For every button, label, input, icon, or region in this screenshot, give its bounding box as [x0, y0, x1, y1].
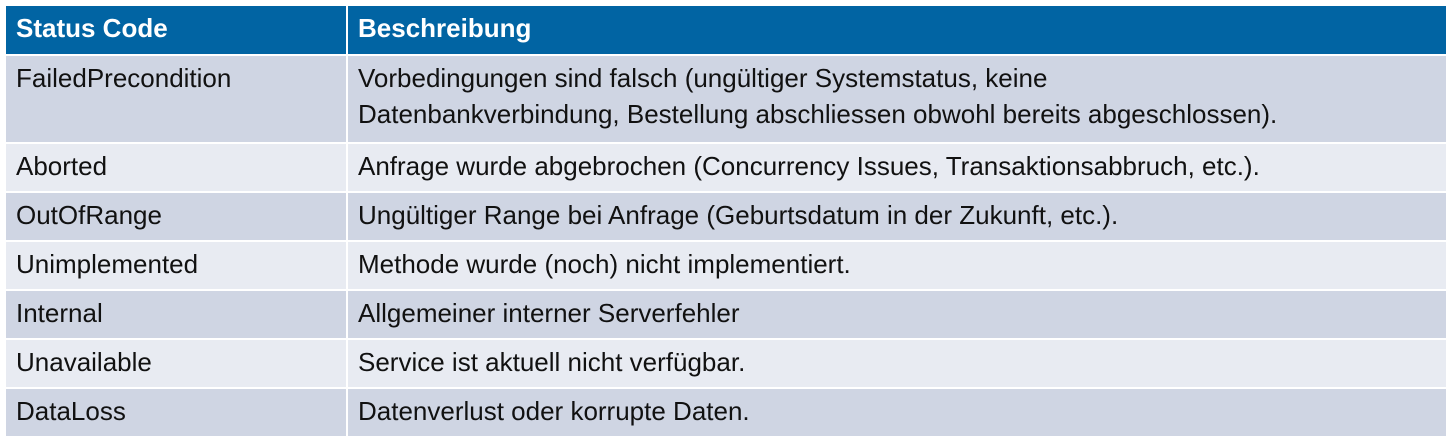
- table-row: Aborted Anfrage wurde abgebrochen (Concu…: [4, 142, 1448, 193]
- description-line: Datenbankverbindung, Bestellung abschlie…: [358, 99, 1278, 129]
- description-cell: Methode wurde (noch) nicht implementiert…: [346, 240, 1448, 291]
- status-code-table: Status Code Beschreibung FailedPrecondit…: [4, 4, 1448, 438]
- description-cell: Service ist aktuell nicht verfügbar.: [346, 338, 1448, 389]
- description-cell: Vorbedingungen sind falsch (ungültiger S…: [346, 54, 1448, 144]
- status-code-cell: OutOfRange: [4, 191, 348, 242]
- table-row: OutOfRange Ungültiger Range bei Anfrage …: [4, 191, 1448, 242]
- description-line: Vorbedingungen sind falsch (ungültiger S…: [358, 63, 1048, 93]
- status-code-cell: Unimplemented: [4, 240, 348, 291]
- table-header-row: Status Code Beschreibung: [4, 4, 1448, 56]
- status-code-cell: FailedPrecondition: [4, 54, 348, 144]
- column-header-description: Beschreibung: [346, 4, 1448, 56]
- table-row: DataLoss Datenverlust oder korrupte Date…: [4, 387, 1448, 438]
- description-cell: Allgemeiner interner Serverfehler: [346, 289, 1448, 340]
- status-code-cell: Internal: [4, 289, 348, 340]
- status-code-cell: DataLoss: [4, 387, 348, 438]
- table-row: FailedPrecondition Vorbedingungen sind f…: [4, 54, 1448, 144]
- column-header-status-code: Status Code: [4, 4, 348, 56]
- description-cell: Ungültiger Range bei Anfrage (Geburtsdat…: [346, 191, 1448, 242]
- table-row: Unimplemented Methode wurde (noch) nicht…: [4, 240, 1448, 291]
- description-cell: Datenverlust oder korrupte Daten.: [346, 387, 1448, 438]
- description-cell: Anfrage wurde abgebrochen (Concurrency I…: [346, 142, 1448, 193]
- table-row: Internal Allgemeiner interner Serverfehl…: [4, 289, 1448, 340]
- status-code-table-container: Status Code Beschreibung FailedPrecondit…: [4, 4, 1448, 438]
- status-code-cell: Unavailable: [4, 338, 348, 389]
- table-row: Unavailable Service ist aktuell nicht ve…: [4, 338, 1448, 389]
- status-code-cell: Aborted: [4, 142, 348, 193]
